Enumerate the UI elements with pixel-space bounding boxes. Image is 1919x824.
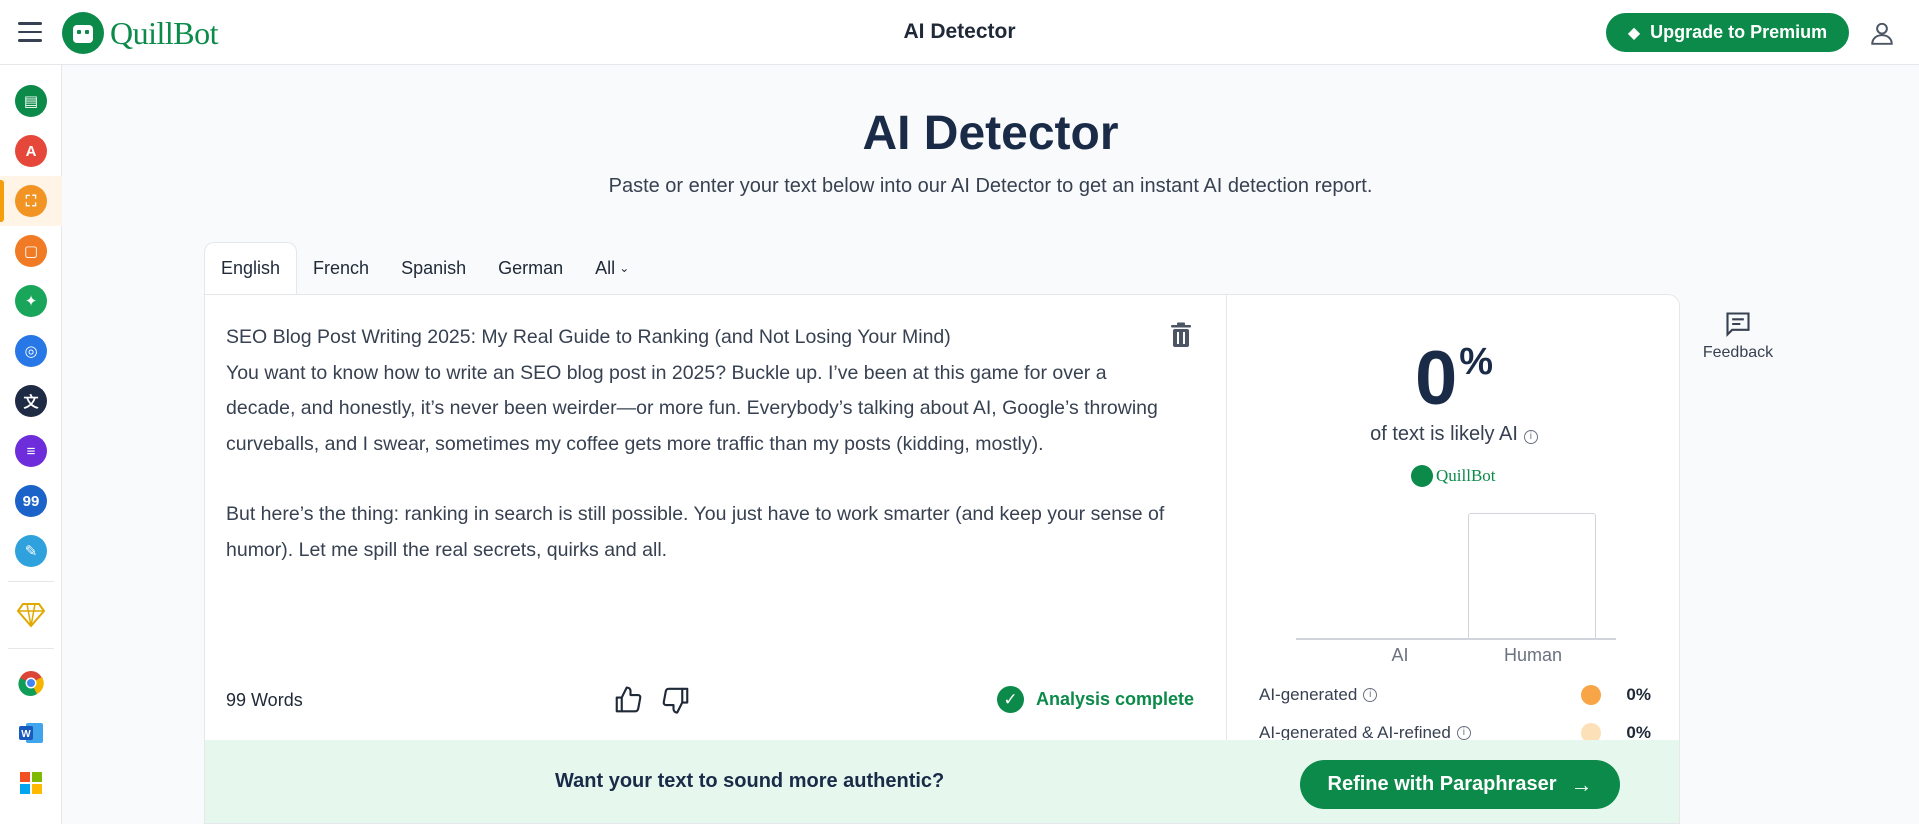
quillbot-logo-icon <box>62 12 104 54</box>
tool-sidebar: ▤ A ⛶ ▢ ✦ ◎ 文 ≡ 99 ✎ W <box>0 65 62 824</box>
main-heading: AI Detector <box>862 107 1119 160</box>
tab-all[interactable]: All ⌄ <box>579 242 645 294</box>
tab-spanish[interactable]: Spanish <box>385 242 482 294</box>
sidebar-item-ai-humanizer[interactable]: ✦ <box>0 276 62 326</box>
user-account-icon[interactable] <box>1869 20 1895 46</box>
sidebar-item-chrome-extension[interactable] <box>0 660 62 710</box>
sidebar-item-ai-detector[interactable]: ⛶ <box>0 176 62 226</box>
feedback-label: Feedback <box>1702 344 1774 361</box>
sidebar-item-premium-diamond[interactable] <box>0 592 62 642</box>
result-row-ai-generated: AI-generated i 0% <box>1259 685 1651 705</box>
svg-text:W: W <box>21 729 31 740</box>
tab-all-label: All <box>595 257 616 278</box>
menu-icon[interactable] <box>18 22 42 42</box>
word-addin-icon: W <box>18 721 44 750</box>
thumbs-up-icon[interactable] <box>613 685 643 715</box>
text-paragraph: But here’s the thing: ranking in search … <box>226 503 1165 561</box>
diamond-icon: ◆ <box>1627 24 1641 42</box>
checkmark-icon: ✓ <box>997 686 1024 713</box>
likely-ai-caption: of text is likely AI i <box>1228 423 1679 446</box>
sidebar-divider <box>8 648 54 649</box>
bar-human <box>1468 513 1596 638</box>
sidebar-item-quillbot-flow[interactable]: ✎ <box>0 526 62 576</box>
feedback-button[interactable]: Feedback <box>1702 310 1774 362</box>
chrome-extension-icon <box>18 670 44 701</box>
ai-humanizer-icon: ✦ <box>15 285 47 317</box>
analysis-status-label: Analysis complete <box>1036 689 1195 709</box>
ai-percentage: 0% <box>1414 336 1494 421</box>
refine-with-paraphraser-button[interactable]: Refine with Paraphraser → <box>1300 760 1620 809</box>
summarizer-icon: ≡ <box>15 435 47 467</box>
translator-icon: 文 <box>15 385 47 417</box>
banner-question: Want your text to sound more authentic? <box>555 770 945 792</box>
plagiarism-checker-icon: ▢ <box>15 235 47 267</box>
windows-app-icon <box>19 771 43 800</box>
premium-diamond-icon <box>16 602 46 633</box>
sidebar-item-word-addin[interactable]: W <box>0 710 62 760</box>
info-icon[interactable]: i <box>1523 430 1538 444</box>
bar-label-ai: AI <box>1391 645 1409 665</box>
text-paragraph: You want to know how to write an SEO blo… <box>226 361 1158 455</box>
text-editor[interactable]: SEO Blog Post Writing 2025: My Real Guid… <box>205 295 1227 740</box>
sidebar-item-summarizer[interactable]: ≡ <box>0 426 62 476</box>
thumbs-down-icon[interactable] <box>661 685 691 715</box>
grammar-checker-icon: A <box>15 135 47 167</box>
ai-human-bar-chart <box>1296 513 1616 640</box>
tab-german[interactable]: German <box>482 242 579 294</box>
info-icon[interactable]: i <box>1456 726 1471 740</box>
word-count: 99 Words <box>226 690 303 710</box>
detector-card: SEO Blog Post Writing 2025: My Real Guid… <box>204 294 1680 824</box>
sidebar-item-windows-app[interactable] <box>0 760 62 810</box>
paraphrase-banner: Want your text to sound more authentic? … <box>205 740 1679 823</box>
refine-button-label: Refine with Paraphraser <box>1327 773 1557 795</box>
citation-generator-icon: 99 <box>15 485 47 517</box>
sidebar-item-ai-chat[interactable]: ◎ <box>0 326 62 376</box>
input-text[interactable]: SEO Blog Post Writing 2025: My Real Guid… <box>226 320 1176 568</box>
ai-detector-icon: ⛶ <box>15 185 47 217</box>
sidebar-divider <box>8 581 54 582</box>
arrow-right-icon: → <box>1570 771 1593 797</box>
results-panel: 0% of text is likely AI i QuillBot AI Hum… <box>1228 295 1679 743</box>
quillbot-flow-icon: ✎ <box>15 535 47 567</box>
ai-chat-icon: ◎ <box>15 335 47 367</box>
text-line: SEO Blog Post Writing 2025: My Real Guid… <box>226 326 951 348</box>
language-tabs: English French Spanish German All ⌄ <box>204 242 645 294</box>
tab-french[interactable]: French <box>297 242 385 294</box>
quillbot-logo-icon <box>1411 465 1433 487</box>
analysis-status: ✓ Analysis complete <box>997 686 1194 713</box>
ai-generated-color-dot <box>1581 685 1601 705</box>
sidebar-item-translator[interactable]: 文 <box>0 376 62 426</box>
sidebar-item-grammar-checker[interactable]: A <box>0 126 62 176</box>
logo-text: QuillBot <box>110 14 219 51</box>
top-bar: QuillBot AI Detector ◆ Upgrade to Premiu… <box>0 0 1919 65</box>
info-icon[interactable]: i <box>1363 688 1378 702</box>
sidebar-item-citation-generator[interactable]: 99 <box>0 476 62 526</box>
feedback-icon <box>1726 312 1750 338</box>
sidebar-item-plagiarism-checker[interactable]: ▢ <box>0 226 62 276</box>
sidebar-item-paraphraser[interactable]: ▤ <box>0 76 62 126</box>
upgrade-label: Upgrade to Premium <box>1650 22 1828 42</box>
upgrade-button[interactable]: ◆ Upgrade to Premium <box>1606 13 1849 52</box>
bar-label-human: Human <box>1503 645 1563 665</box>
quillbot-logo[interactable]: QuillBot <box>62 12 219 54</box>
chevron-down-icon: ⌄ <box>619 261 630 275</box>
main-subheading: Paste or enter your text below into our … <box>608 175 1373 197</box>
tab-english[interactable]: English <box>204 242 298 294</box>
trash-icon[interactable] <box>1170 322 1192 348</box>
quillbot-badge: QuillBot <box>1411 465 1496 487</box>
paraphraser-icon: ▤ <box>15 85 47 117</box>
